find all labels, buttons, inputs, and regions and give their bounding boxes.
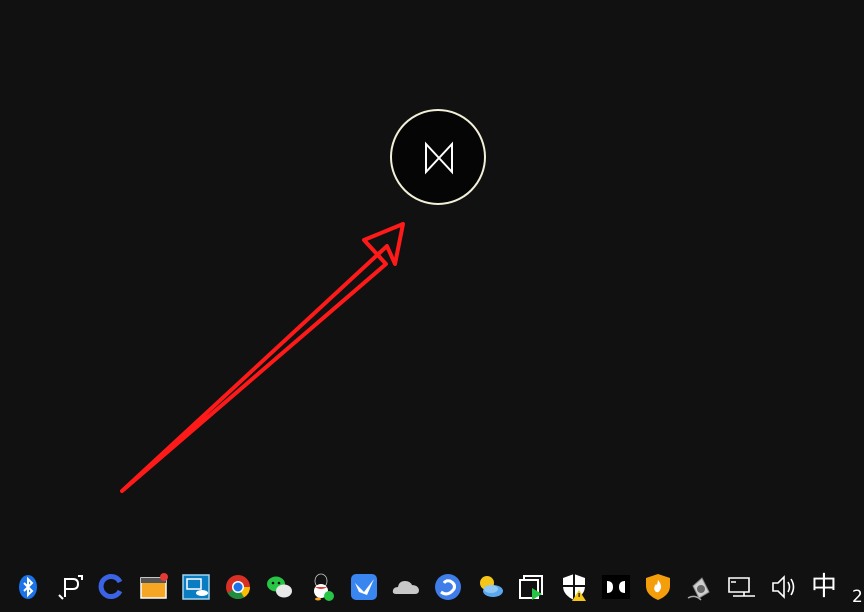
loop-app-icon[interactable] bbox=[97, 572, 127, 602]
input-method-indicator[interactable]: 中 bbox=[808, 570, 840, 604]
clock-text[interactable]: 2 bbox=[852, 586, 863, 608]
cast-play-icon[interactable] bbox=[517, 572, 547, 602]
network-icon[interactable] bbox=[727, 572, 757, 602]
weather-sun-icon[interactable] bbox=[475, 572, 505, 602]
system-tray: 中 2 bbox=[0, 566, 864, 612]
window-notification-icon[interactable] bbox=[139, 572, 169, 602]
pen-input-icon[interactable] bbox=[55, 572, 85, 602]
blue-swirl-app-icon[interactable] bbox=[433, 572, 463, 602]
onedrive-cloud-icon[interactable] bbox=[391, 572, 421, 602]
bowtie-toggle-icon bbox=[425, 141, 453, 175]
bowtie-toggle-button[interactable] bbox=[390, 109, 486, 205]
security-warning-icon[interactable] bbox=[559, 572, 589, 602]
red-arrow-annotation bbox=[120, 222, 405, 493]
fire-shield-icon[interactable] bbox=[643, 572, 673, 602]
qq-icon[interactable] bbox=[307, 572, 337, 602]
bird-app-icon[interactable] bbox=[349, 572, 379, 602]
intel-graphics-icon[interactable] bbox=[181, 572, 211, 602]
speaker-device-icon[interactable] bbox=[685, 572, 715, 602]
volume-icon[interactable] bbox=[769, 572, 799, 602]
wechat-icon[interactable] bbox=[265, 572, 295, 602]
chrome-icon[interactable] bbox=[223, 572, 253, 602]
bluetooth-icon[interactable] bbox=[13, 572, 43, 602]
dolby-icon[interactable] bbox=[601, 572, 631, 602]
